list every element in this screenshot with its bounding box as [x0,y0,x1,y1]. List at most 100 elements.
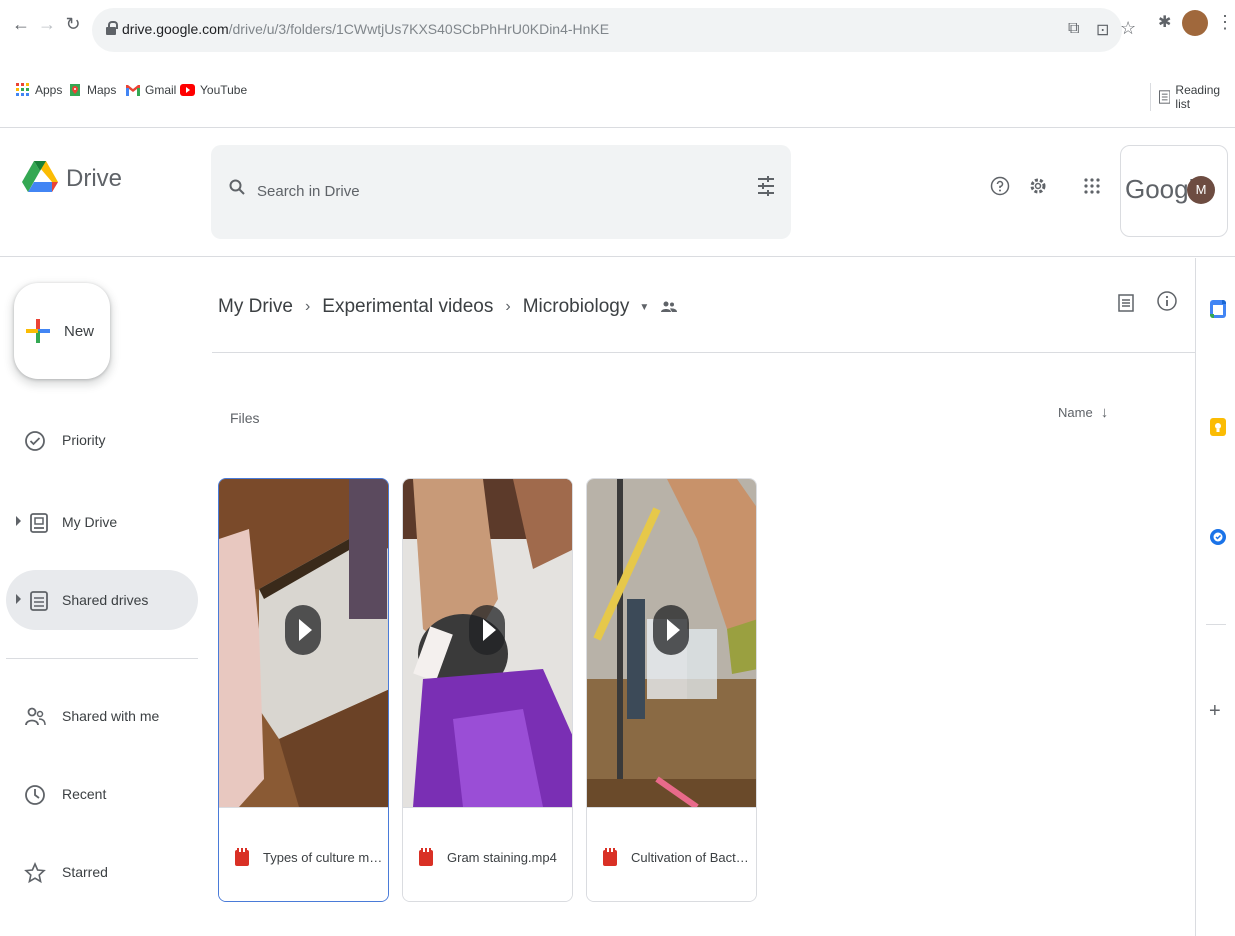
list-view-icon[interactable] [1118,294,1134,312]
video-file-icon [603,848,617,866]
nav-item-starred[interactable]: Starred [6,842,198,902]
bookmark-youtube[interactable]: YouTube [180,83,247,97]
breadcrumb-separator-icon: › [304,298,311,315]
priority-check-icon [25,431,45,451]
reading-list-label: Reading list [1175,83,1221,111]
reading-list-icon [1159,90,1171,104]
folder-menu-dropdown-icon[interactable]: ▼ [639,302,649,313]
browser-menu-icon[interactable]: ⋮ [1216,12,1234,33]
bookmark-label: Apps [35,83,63,97]
shared-folder-people-icon [661,301,678,312]
browser-toolbar: ← → ↻ drive.google.com/drive/u/3/folders… [0,0,1235,64]
get-add-ons-plus-icon[interactable]: + [1209,700,1221,723]
file-card-gram-staining[interactable]: Gram staining.mp4 [402,478,573,902]
google-apps-grid-icon[interactable] [1084,178,1100,194]
clock-icon [25,785,45,805]
nav-item-priority[interactable]: Priority [6,410,198,470]
sort-direction-arrow-icon[interactable]: ↓ [1101,404,1109,421]
google-account-box[interactable]: Google M [1120,145,1228,237]
nav-item-recent[interactable]: Recent [6,764,198,824]
browser-chrome: ← → ↻ drive.google.com/drive/u/3/folders… [0,0,1235,128]
breadcrumb-my-drive[interactable]: My Drive [218,296,293,318]
bookmark-gmail[interactable]: Gmail [126,83,176,97]
keep-app-icon[interactable] [1210,418,1226,436]
search-input[interactable] [257,177,717,205]
tasks-app-icon[interactable] [1210,528,1226,546]
my-drive-icon [30,513,48,533]
nav-item-shared-with-me[interactable]: Shared with me [6,686,198,746]
header-divider [212,352,1195,353]
file-card-cultivation-of-bacteria[interactable]: Cultivation of Bacteria... [586,478,757,902]
video-file-icon [235,848,249,866]
new-plus-icon [26,319,50,343]
drive-header: Drive Google M [0,129,1235,257]
breadcrumb-experimental-videos[interactable]: Experimental videos [322,296,493,318]
bookmark-label: YouTube [200,83,248,97]
share-page-icon[interactable]: ⊡ [1096,20,1109,40]
bookmark-apps[interactable]: Apps [16,83,62,97]
apps-grid-icon [16,83,29,96]
url-text: drive.google.com/drive/u/3/folders/1CWwt… [122,21,609,37]
file-name: Cultivation of Bacteria... [631,850,751,865]
install-app-icon[interactable]: ⧉ [1068,20,1079,38]
nav-label: Starred [62,864,108,880]
reload-icon[interactable]: ↻ [62,14,84,35]
search-box[interactable] [211,145,791,239]
lock-icon [106,21,118,35]
file-name: Gram staining.mp4 [447,850,557,865]
nav-item-shared-drives[interactable]: Shared drives [6,570,198,630]
bookmarks-bar: Apps Maps Gmail YouTube Reading list [0,72,1235,116]
account-avatar[interactable]: M [1187,176,1215,204]
side-panel: + [1195,258,1235,936]
url-path: /drive/u/3/folders/1CWwtjUs7KXS40SCbPhHr… [228,21,610,37]
google-drive-logo-icon[interactable] [22,161,58,193]
sort-label: Name [1058,405,1093,420]
breadcrumb-separator-icon: › [505,298,511,315]
bookmark-star-icon[interactable]: ☆ [1120,18,1136,39]
file-card-footer: Gram staining.mp4 [403,807,572,901]
calendar-app-icon[interactable] [1210,300,1226,318]
breadcrumb-microbiology[interactable]: Microbiology [523,296,630,318]
address-bar[interactable]: drive.google.com/drive/u/3/folders/1CWwt… [92,8,1136,52]
gmail-icon [126,85,140,96]
file-name: Types of culture media... [263,850,383,865]
left-navigation: New Priority My Drive Shared drives Shar… [0,258,210,936]
search-icon[interactable] [229,179,245,195]
play-icon[interactable] [469,605,505,655]
nav-item-my-drive[interactable]: My Drive [6,492,198,552]
breadcrumb: My Drive › Experimental videos › Microbi… [218,292,678,322]
product-name: Drive [66,165,123,192]
new-button-label: New [64,323,95,340]
file-card-types-of-culture-media[interactable]: Types of culture media... [218,478,389,902]
expand-caret-icon[interactable] [16,594,21,604]
bookmark-maps[interactable]: Maps [68,83,116,97]
view-details-info-icon[interactable] [1156,290,1178,312]
files-section-heading: Files [230,410,260,426]
bookmark-label: Maps [87,83,117,97]
nav-label: Priority [62,432,106,448]
main-content: My Drive › Experimental videos › Microbi… [210,258,1195,936]
back-arrow-icon[interactable]: ← [10,14,32,35]
file-card-footer: Cultivation of Bacteria... [587,807,756,901]
forward-arrow-icon[interactable]: → [36,14,58,35]
play-icon[interactable] [285,605,321,655]
bookmark-label: Gmail [145,83,177,97]
maps-icon [70,84,80,96]
nav-label: Shared drives [62,592,149,608]
expand-caret-icon[interactable] [16,516,21,526]
reading-list-button[interactable]: Reading list [1150,83,1235,111]
play-icon[interactable] [653,605,689,655]
nav-label: My Drive [62,514,118,530]
browser-profile-avatar[interactable] [1182,10,1208,36]
url-host: drive.google.com [122,21,229,37]
extensions-puzzle-icon[interactable]: ✱ [1158,12,1171,32]
help-icon[interactable] [990,176,1010,196]
nav-label: Recent [62,786,107,802]
shared-with-me-icon [25,707,46,726]
settings-gear-icon[interactable] [1028,176,1048,196]
new-button[interactable]: New [14,283,110,379]
file-card-footer: Types of culture media... [219,807,388,901]
search-options-tune-icon[interactable] [756,175,776,197]
sort-by-name-button[interactable]: Name ↓ [1058,404,1108,421]
star-icon [24,862,46,884]
